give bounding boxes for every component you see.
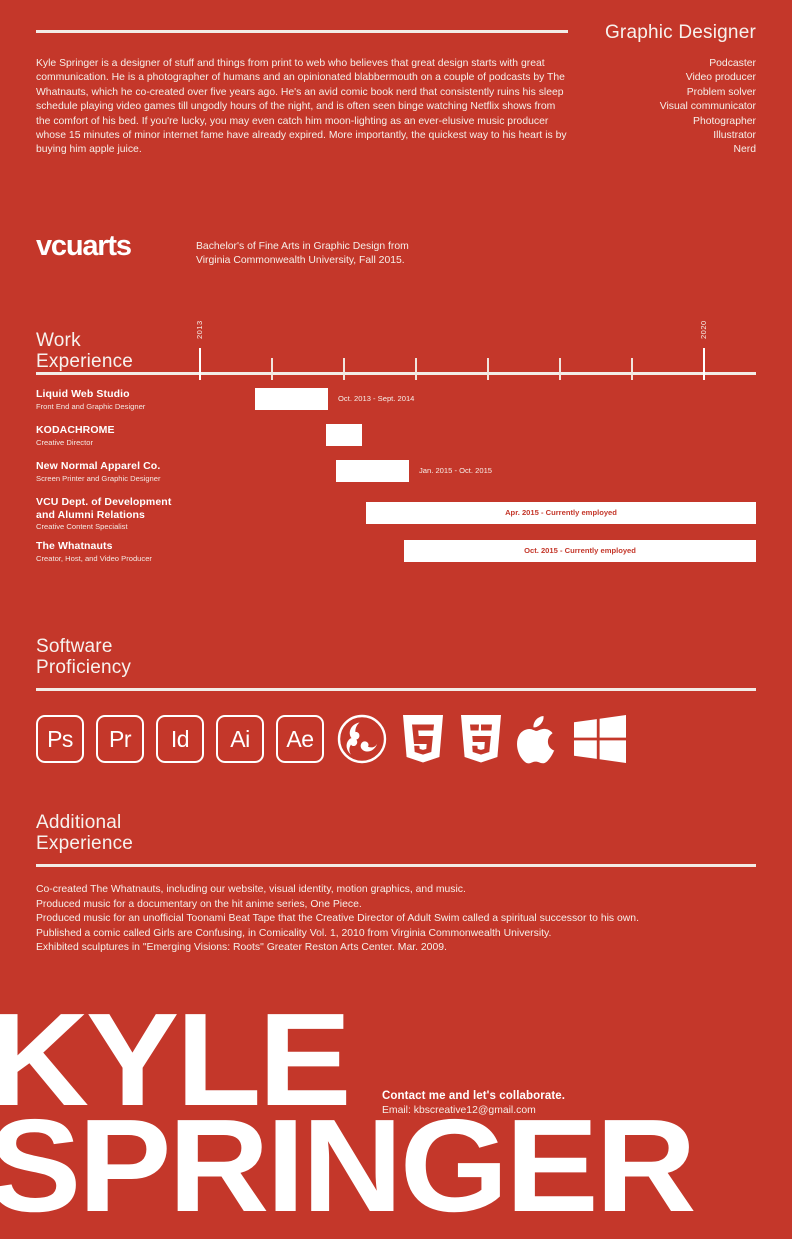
trait-item: Illustrator [713, 130, 756, 142]
software-icon-row: Ps Pr Id Ai Ae [36, 713, 756, 765]
trait-item: Visual communicator [659, 101, 756, 113]
illustrator-icon[interactable]: Ai [216, 715, 264, 763]
bio-paragraph: Kyle Springer is a designer of stuff and… [36, 58, 567, 156]
job-entry: KODACHROME Creative Director [36, 424, 756, 460]
contact-email[interactable]: Email: kbscreative12@gmail.com [382, 1105, 565, 1116]
list-item: Published a comic called Girls are Confu… [36, 927, 552, 939]
timeline-tick [343, 358, 345, 380]
job-labels: New Normal Apparel Co. Screen Printer and… [36, 460, 161, 484]
vcuarts-logo: vcuarts [36, 230, 132, 262]
job-date-label: Apr. 2015 - Currently employed [505, 508, 617, 517]
traits-list: Podcaster Video producer Problem solver … [660, 57, 756, 158]
job-role: Front End and Graphic Designer [36, 401, 146, 411]
timeline-tick [703, 348, 705, 380]
contact-block: Contact me and let's collaborate. Email:… [382, 1090, 565, 1116]
job-labels: The Whatnauts Creator, Host, and Video Pr… [36, 540, 152, 564]
job-name: New Normal Apparel Co. [36, 460, 161, 472]
additional-heading-line-1: Additional [36, 812, 122, 833]
job-date-label: Oct. 2015 - Currently employed [524, 546, 636, 555]
software-divider [36, 688, 756, 691]
obs-studio-icon[interactable] [336, 713, 388, 765]
photoshop-icon[interactable]: Ps [36, 715, 84, 763]
html5-icon[interactable] [400, 713, 446, 765]
job-name: KODACHROME [36, 424, 115, 436]
timeline-tick [199, 348, 201, 380]
list-item: Produced music for a documentary on the … [36, 898, 362, 910]
additional-heading-line-2: Experience [36, 833, 134, 854]
timeline-baseline [36, 372, 756, 375]
timeline-tick [415, 358, 417, 380]
education-line-1: Bachelor's of Fine Arts in Graphic Desig… [196, 241, 409, 252]
job-name: Liquid Web Studio [36, 388, 130, 400]
job-duration-bar [336, 460, 409, 482]
job-role: Creator, Host, and Video Producer [36, 553, 152, 563]
additional-list: Co-created The Whatnauts, including our … [36, 883, 756, 956]
contact-heading: Contact me and let's collaborate. [382, 1090, 566, 1102]
timeline-year-label: 2013 [195, 320, 204, 339]
additional-divider [36, 864, 756, 867]
education-section: vcuarts Bachelor's of Fine Arts in Graph… [36, 232, 409, 269]
resume-page: Graphic Designer Kyle Springer is a desi… [0, 0, 792, 1239]
job-role: Screen Printer and Graphic Designer [36, 473, 161, 483]
job-role: Creative Content Specialist [36, 522, 128, 531]
software-section: Software Proficiency Ps Pr Id Ai Ae [36, 636, 756, 765]
header-divider [36, 30, 568, 33]
additional-experience-section: Additional Experience Co-created The Wha… [36, 812, 756, 956]
windows-icon[interactable] [572, 713, 628, 765]
timeline-tick [271, 358, 273, 380]
footer-name-last: SPRINGER [0, 1092, 697, 1239]
job-duration-bar: Oct. 2015 - Currently employed [404, 540, 756, 562]
additional-heading: Additional Experience [36, 812, 756, 854]
trait-item: Nerd [733, 144, 756, 156]
list-item: Co-created The Whatnauts, including our … [36, 884, 466, 895]
timeline-tick [631, 358, 633, 380]
work-experience-section: Work Experience 2013 2020 Liquid Web Stud… [36, 320, 756, 576]
indesign-icon[interactable]: Id [156, 715, 204, 763]
premiere-icon[interactable]: Pr [96, 715, 144, 763]
job-duration-bar: Apr. 2015 - Currently employed [366, 502, 756, 524]
header-section: Graphic Designer Kyle Springer is a desi… [36, 22, 756, 158]
timeline-axis: 2013 2020 [36, 320, 756, 382]
job-entry: The Whatnauts Creator, Host, and Video Pr… [36, 540, 756, 576]
job-duration-bar [326, 424, 362, 446]
list-item: Produced music for an unofficial Toonami… [36, 913, 639, 925]
job-entry: VCU Dept. of Development and Alumni Relat… [36, 496, 756, 540]
css3-icon[interactable] [458, 713, 504, 765]
job-list: Liquid Web Studio Front End and Graphic D… [36, 388, 756, 576]
job-role: Creative Director [36, 437, 93, 447]
software-heading: Software Proficiency [36, 636, 756, 678]
job-labels: KODACHROME Creative Director [36, 424, 115, 448]
timeline-tick [487, 358, 489, 380]
education-details: Bachelor's of Fine Arts in Graphic Desig… [196, 232, 409, 269]
software-heading-line-1: Software [36, 636, 113, 657]
job-name: VCU Dept. of Development and Alumni Relat… [36, 496, 172, 521]
list-item: Exhibited sculptures in "Emerging Vision… [36, 942, 447, 954]
job-labels: Liquid Web Studio Front End and Graphic D… [36, 388, 145, 412]
job-entry: New Normal Apparel Co. Screen Printer and… [36, 460, 756, 496]
job-entry: Liquid Web Studio Front End and Graphic D… [36, 388, 756, 424]
aftereffects-icon[interactable]: Ae [276, 715, 324, 763]
timeline-year-label: 2020 [699, 320, 708, 339]
job-date-label: Oct. 2013 - Sept. 2014 [338, 394, 415, 403]
education-line-2: Virginia Commonwealth University, Fall 2… [196, 255, 405, 267]
apple-icon[interactable] [516, 713, 560, 765]
job-duration-bar [255, 388, 328, 410]
page-title: Graphic Designer [604, 22, 756, 43]
trait-item: Photographer [693, 115, 756, 127]
software-heading-line-2: Proficiency [36, 657, 132, 678]
trait-item: Problem solver [686, 86, 756, 98]
job-labels: VCU Dept. of Development and Alumni Relat… [36, 496, 236, 532]
trait-item: Video producer [685, 72, 756, 84]
job-date-label: Jan. 2015 - Oct. 2015 [419, 466, 493, 475]
job-name: The Whatnauts [36, 540, 113, 552]
timeline-tick [559, 358, 561, 380]
trait-item: Podcaster [709, 58, 756, 69]
